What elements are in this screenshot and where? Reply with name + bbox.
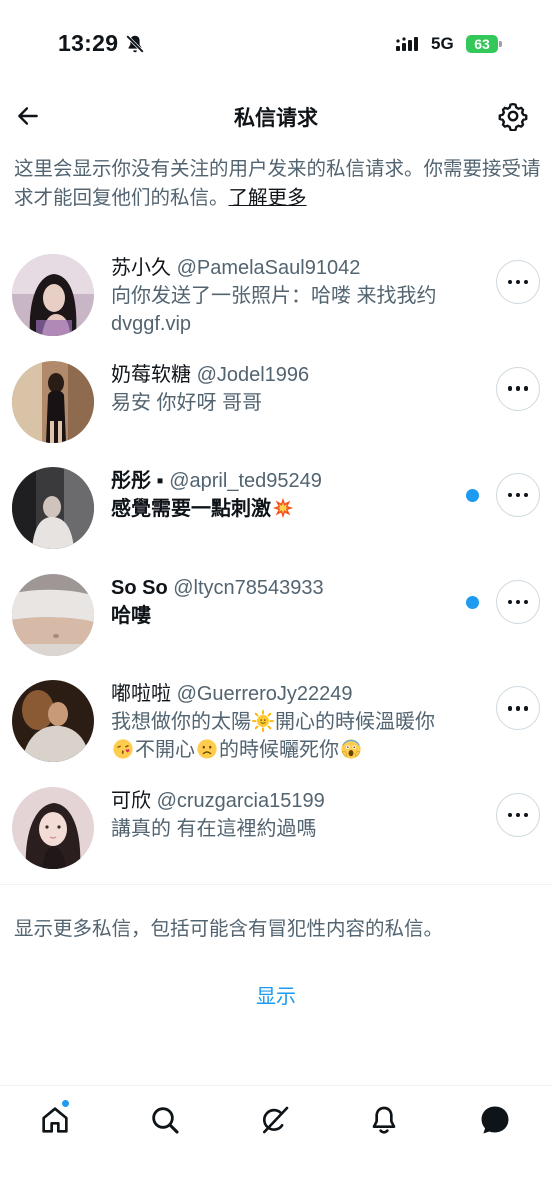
message-content: 嘟啦啦 @GuerreroJy22249 我想做你的太陽 開心的時候溫暖你不開心 的…	[111, 680, 461, 764]
bell-off-icon	[126, 35, 144, 53]
unread-indicator	[466, 489, 479, 503]
avatar[interactable]	[12, 786, 94, 869]
message-preview-text: 開心的時候溫暖你	[275, 711, 435, 734]
more-options-button[interactable]	[496, 686, 540, 731]
message-request-item[interactable]: So So @ltycn78543933 哈嘍	[0, 562, 552, 669]
gear-icon	[498, 102, 528, 131]
nav-messages[interactable]	[477, 1102, 513, 1138]
sender-name: 奶莓软糖	[111, 363, 191, 386]
more-options-button[interactable]	[496, 260, 540, 304]
message-preview: 哈嘍	[111, 604, 151, 627]
more-icon	[507, 386, 529, 391]
message-request-item[interactable]: 可欣 @cruzgarcia15199 講真的 有在這裡約過嗎	[0, 775, 552, 882]
sender-handle: @cruzgarcia15199	[156, 789, 325, 812]
message-header: 可欣 @cruzgarcia15199	[111, 787, 461, 815]
sender-handle: @Jodel1996	[196, 363, 310, 386]
sender-handle: @PamelaSaul91042	[176, 257, 361, 279]
search-icon	[152, 1107, 179, 1134]
messages-icon	[481, 1106, 509, 1134]
more-icon	[507, 492, 529, 498]
more-options-button[interactable]	[496, 366, 540, 411]
kiss-emoji-icon	[113, 739, 133, 759]
battery-level: 63	[466, 35, 498, 53]
unread-indicator	[466, 595, 479, 609]
sender-name: 苏小久	[111, 257, 171, 279]
sender-name: 彤彤 ▪︎	[111, 470, 164, 493]
home-icon	[42, 1107, 68, 1133]
message-preview-text: 不開心	[135, 739, 195, 762]
message-header: 彤彤 ▪︎ @april_ted95249	[111, 467, 461, 495]
message-content: 苏小久 @PamelaSaul91042 向你发送了一张照片：哈喽 来找我约 d…	[111, 254, 461, 338]
collision-emoji-icon	[272, 498, 294, 519]
show-button[interactable]: 显示	[0, 980, 552, 1009]
status-time: 13:29	[58, 30, 119, 56]
more-icon	[507, 599, 529, 605]
show-more-description: 显示更多私信，包括可能含有冒犯性内容的私信。	[14, 918, 444, 940]
bottom-nav	[0, 1085, 552, 1200]
avatar[interactable]	[12, 680, 94, 763]
sender-handle: @ltycn78543933	[173, 576, 324, 599]
message-preview: 感覺需要一點刺激	[111, 495, 461, 523]
frown-emoji-icon	[197, 739, 217, 759]
scream-emoji-icon	[341, 739, 361, 759]
message-content: 彤彤 ▪︎ @april_ted95249 感覺需要一點刺激	[111, 467, 461, 523]
more-icon	[507, 706, 529, 711]
sender-name: So So	[111, 576, 168, 599]
message-header: So So @ltycn78543933	[111, 574, 461, 602]
message-content: 可欣 @cruzgarcia15199 講真的 有在這裡約過嗎	[111, 787, 461, 843]
message-preview: 易安 你好呀 哥哥	[111, 391, 263, 414]
message-preview-text: 感覺需要一點刺激	[111, 498, 271, 521]
header: 私信请求	[0, 90, 552, 142]
signal-icon	[396, 37, 418, 51]
home-badge	[61, 1099, 70, 1108]
nav-notifications[interactable]	[366, 1102, 402, 1138]
message-header: 嘟啦啦 @GuerreroJy22249	[111, 680, 461, 708]
nav-search[interactable]	[147, 1102, 183, 1138]
learn-more-link[interactable]: 了解更多	[229, 187, 307, 209]
settings-button[interactable]	[497, 100, 529, 132]
sun-emoji-icon	[252, 710, 274, 733]
battery-icon: 63	[466, 35, 502, 53]
more-options-button[interactable]	[496, 579, 540, 624]
message-preview: 向你发送了一张照片：哈喽 来找我约 dvggf.vip	[111, 285, 437, 335]
divider	[0, 884, 552, 885]
message-request-item[interactable]: 苏小久 @PamelaSaul91042 向你发送了一张照片：哈喽 来找我约 d…	[0, 242, 552, 349]
nav-grok[interactable]	[257, 1102, 293, 1138]
message-header: 奶莓软糖 @Jodel1996	[111, 361, 461, 389]
network-type: 5G	[431, 34, 454, 53]
more-icon	[507, 812, 529, 818]
avatar[interactable]	[12, 254, 94, 336]
avatar[interactable]	[12, 467, 94, 550]
avatar[interactable]	[12, 573, 94, 656]
message-preview: 講真的 有在這裡約過嗎	[111, 817, 317, 840]
message-preview-text: 的時候曬死你	[219, 739, 339, 762]
message-preview: 我想做你的太陽 開心的時候溫暖你不開心 的時候曬死你	[111, 708, 461, 764]
more-options-button[interactable]	[496, 792, 540, 837]
message-request-list: 苏小久 @PamelaSaul91042 向你发送了一张照片：哈喽 来找我约 d…	[0, 242, 552, 882]
sender-name: 嘟啦啦	[111, 683, 171, 706]
avatar[interactable]	[12, 360, 94, 443]
nav-home[interactable]	[37, 1099, 73, 1138]
notifications-icon	[372, 1106, 396, 1134]
intro-text: 这里会显示你没有关注的用户发来的私信请求。你需要接受请求才能回复他们的私信。了解…	[14, 155, 544, 213]
sender-handle: @GuerreroJy22249	[176, 683, 353, 706]
page-title: 私信请求	[234, 107, 318, 130]
sender-handle: @april_ted95249	[169, 470, 322, 493]
message-preview-text: 我想做你的太陽	[111, 711, 251, 734]
message-header: 苏小久 @PamelaSaul91042	[111, 254, 461, 282]
more-icon	[507, 279, 529, 285]
message-content: So So @ltycn78543933 哈嘍	[111, 574, 461, 630]
grok-icon	[262, 1106, 289, 1134]
message-content: 奶莓软糖 @Jodel1996 易安 你好呀 哥哥	[111, 361, 461, 417]
more-options-button[interactable]	[496, 473, 540, 518]
sender-name: 可欣	[111, 789, 151, 812]
message-request-item[interactable]: 彤彤 ▪︎ @april_ted95249 感覺需要一點刺激	[0, 455, 552, 562]
message-request-item[interactable]: 奶莓软糖 @Jodel1996 易安 你好呀 哥哥	[0, 349, 552, 456]
message-request-item[interactable]: 嘟啦啦 @GuerreroJy22249 我想做你的太陽 開心的時候溫暖你不開心 的…	[0, 668, 552, 775]
status-bar: 13:29 5G 63	[0, 0, 552, 90]
